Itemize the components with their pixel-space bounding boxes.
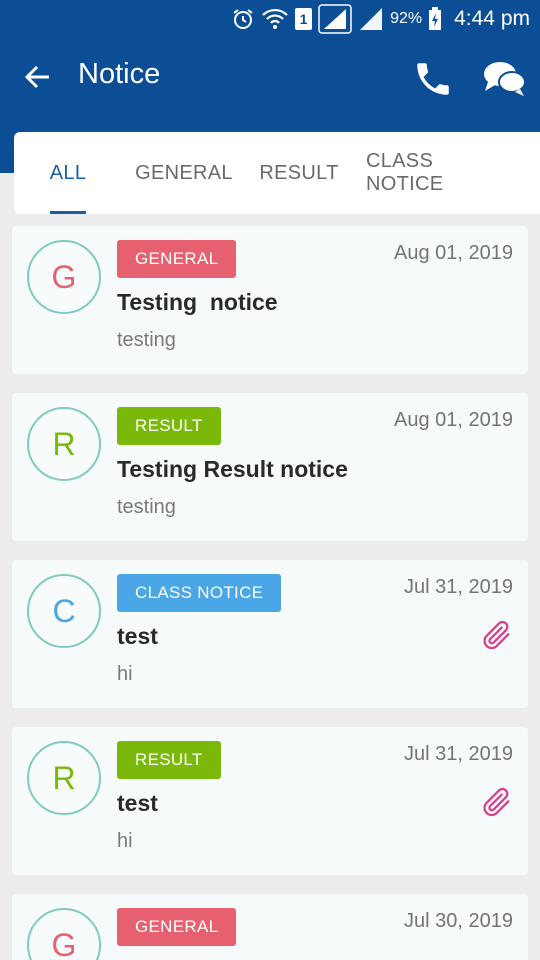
attachment-button[interactable] [480,618,514,652]
notice-description: hi [117,830,133,852]
attachment-button[interactable] [480,785,514,819]
status-icons: 1 92% 4:44 pm [231,0,530,38]
signal-1-icon [318,4,352,34]
notice-date: Jul 31, 2019 [404,576,513,598]
paperclip-icon [480,787,514,823]
back-button[interactable] [20,62,54,96]
wifi-icon [261,7,289,31]
paperclip-icon [480,620,514,656]
notice-description: testing [117,496,176,518]
call-button[interactable] [412,58,454,100]
active-tab-indicator [50,211,86,214]
category-badge: RESULT [117,741,221,779]
chat-button[interactable] [482,58,528,100]
category-badge: GENERAL [117,240,237,278]
notice-title: test [117,790,158,816]
sim-indicator: 1 [295,8,313,30]
notice-date: Aug 01, 2019 [394,409,513,431]
notice-title: Testing Result notice [117,456,348,482]
notice-card[interactable]: R RESULT Aug 01, 2019 Testing Result not… [12,393,528,541]
avatar: G [27,908,101,960]
notice-date: Jul 30, 2019 [404,910,513,932]
category-badge: RESULT [117,407,221,445]
signal-2-icon [358,7,384,31]
status-bar: 1 92% 4:44 pm [0,0,540,38]
clock: 4:44 pm [454,7,530,30]
notice-title: Testing notice [117,289,278,315]
phone-icon [412,63,454,104]
alarm-icon [231,7,255,31]
notice-card[interactable]: G GENERAL Jul 30, 2019 [12,894,528,960]
battery-percent: 92% [390,10,423,27]
tab-result[interactable]: RESULT [259,132,339,214]
tab-general[interactable]: GENERAL [134,132,234,214]
avatar: G [27,240,101,314]
notice-card[interactable]: G GENERAL Aug 01, 2019 Testing notice te… [12,226,528,374]
notice-date: Jul 31, 2019 [404,743,513,765]
tab-all[interactable]: ALL [44,132,92,214]
notice-description: testing [117,329,176,351]
notice-title: test [117,623,158,649]
notice-card[interactable]: C CLASS NOTICE Jul 31, 2019 test hi [12,560,528,708]
category-badge: CLASS NOTICE [117,574,282,612]
avatar: R [27,407,101,481]
category-badge: GENERAL [117,908,237,946]
notice-card[interactable]: R RESULT Jul 31, 2019 test hi [12,727,528,875]
category-tabs: ALL GENERAL RESULT CLASS NOTICE [14,132,540,214]
chat-bubbles-icon [482,62,528,104]
notice-date: Aug 01, 2019 [394,242,513,264]
avatar: C [27,574,101,648]
tab-class-notice[interactable]: CLASS NOTICE [366,132,516,214]
page-title: Notice [78,58,161,90]
avatar: R [27,741,101,815]
back-arrow-icon [23,63,51,96]
battery-charging-icon [428,7,442,31]
notice-description: hi [117,663,133,685]
